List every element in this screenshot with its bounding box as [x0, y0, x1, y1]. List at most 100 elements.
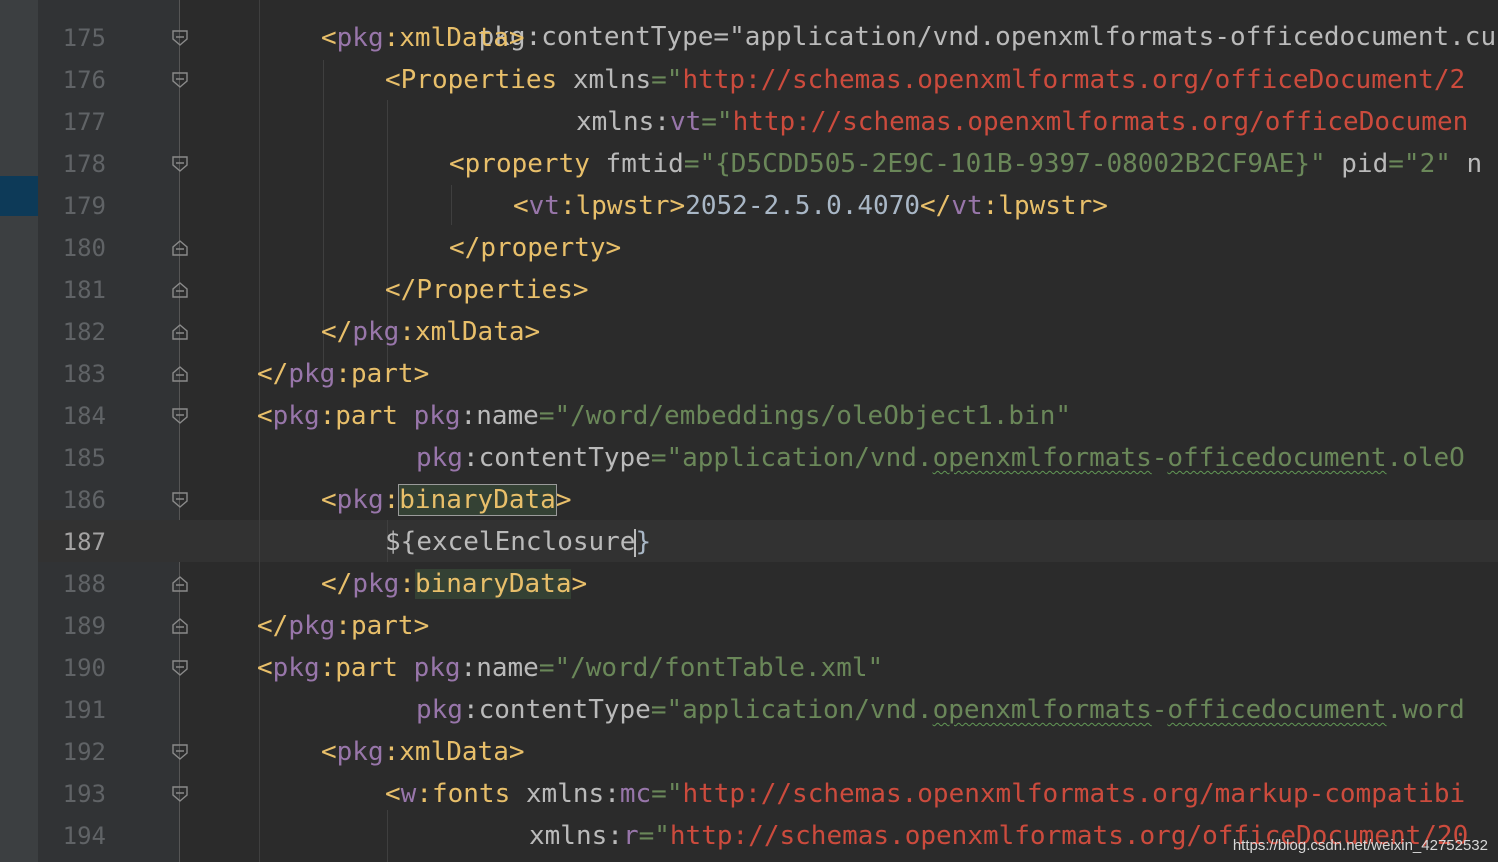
code-token: >	[524, 317, 541, 347]
line-number[interactable]: 175	[40, 17, 106, 59]
fold-end-icon[interactable]	[171, 617, 189, 635]
code-line[interactable]: pkg:contentType="application/vnd.openxml…	[416, 437, 1465, 479]
line-number[interactable]: 181	[40, 269, 106, 311]
code-token: :	[383, 23, 400, 53]
code-line[interactable]: <pkg:part pkg:name="/word/embeddings/ole…	[257, 395, 1071, 437]
code-token: xmlData	[414, 317, 525, 347]
code-token: :	[335, 611, 351, 641]
line-number[interactable]: 193	[40, 773, 106, 815]
line-number[interactable]: 186	[40, 479, 106, 521]
line-number[interactable]: 182	[40, 311, 106, 353]
code-token: contentType	[478, 443, 651, 473]
code-token: xmlns	[576, 107, 655, 137]
code-token: part	[335, 401, 398, 431]
fold-open-icon[interactable]	[171, 659, 189, 677]
code-token: pkg	[416, 695, 463, 725]
code-token: n	[1466, 149, 1483, 179]
code-line[interactable]: <pkg:binaryData>	[321, 479, 571, 521]
line-number[interactable]: 187	[40, 521, 106, 563]
line-number[interactable]: 178	[40, 143, 106, 185]
line-number[interactable]: 177	[40, 101, 106, 143]
code-token: http://schemas.openxmlformats.org/office…	[732, 107, 1469, 137]
code-token: application/vnd.	[682, 443, 933, 473]
line-number[interactable]: 176	[40, 59, 106, 101]
line-number[interactable]: 185	[40, 437, 106, 479]
code-token: =	[538, 401, 555, 431]
code-token: </	[449, 233, 481, 263]
code-token: "	[654, 821, 670, 851]
code-token: name	[476, 653, 539, 683]
code-token: =	[701, 107, 717, 137]
code-token: >	[669, 191, 686, 221]
line-number[interactable]: 194	[40, 815, 106, 857]
code-line[interactable]: <pkg:part pkg:name="/word/fontTable.xml"	[257, 647, 883, 689]
code-token: <	[449, 149, 465, 179]
fold-end-icon[interactable]	[171, 575, 189, 593]
code-line[interactable]: <pkg:xmlData>	[321, 731, 525, 773]
fold-end-icon[interactable]	[171, 239, 189, 257]
fold-open-icon[interactable]	[171, 71, 189, 89]
line-number[interactable]: 180	[40, 227, 106, 269]
code-token: pkg	[352, 317, 400, 347]
code-token: >	[413, 611, 430, 641]
code-line[interactable]: <property fmtid="{D5CDD505-2E9C-101B-939…	[449, 143, 1482, 185]
line-number[interactable]: 183	[40, 353, 106, 395]
code-token: xmlns	[572, 65, 652, 95]
fold-end-icon[interactable]	[171, 323, 189, 341]
code-line[interactable]: </property>	[449, 227, 621, 269]
line-number[interactable]: 190	[40, 647, 106, 689]
left-tool-strip	[0, 0, 38, 862]
line-number[interactable]: 192	[40, 731, 106, 773]
code-line[interactable]: <pkg:xmlData>	[321, 17, 525, 59]
code-line[interactable]: </Properties>	[385, 269, 589, 311]
code-token: xmlns	[529, 821, 608, 851]
code-line[interactable]: pkg:contentType="application/vnd.openxml…	[416, 689, 1465, 731]
fold-open-icon[interactable]	[171, 155, 189, 173]
code-line[interactable]: <vt:lpwstr>2052-2.5.0.4070</vt:lpwstr>	[513, 185, 1108, 227]
code-line[interactable]: </pkg:part>	[257, 605, 429, 647]
fold-open-icon[interactable]	[171, 743, 189, 761]
code-line[interactable]: </pkg:part>	[257, 353, 429, 395]
code-token: w	[400, 779, 417, 809]
code-token: pkg	[336, 737, 384, 767]
code-line[interactable]: </pkg:xmlData>	[321, 311, 540, 353]
code-line[interactable]: <w:fonts xmlns:mc="http://schemas.openxm…	[385, 773, 1465, 815]
code-token: "	[716, 107, 733, 137]
code-token: /word/fontTable.xml	[570, 653, 868, 683]
fold-open-icon[interactable]	[171, 785, 189, 803]
code-token: 2052-2.5.0.4070	[685, 191, 921, 221]
code-line[interactable]: </pkg:binaryData>	[321, 563, 587, 605]
code-token: Properties	[400, 65, 558, 95]
fold-open-icon[interactable]	[171, 491, 189, 509]
code-token: binaryData	[414, 569, 572, 599]
line-number[interactable]: 189	[40, 605, 106, 647]
code-line[interactable]: xmlns:vt="http://schemas.openxmlformats.…	[576, 101, 1468, 143]
code-line[interactable]: ${excelEnclosure}	[385, 521, 651, 563]
code-token: "	[1309, 149, 1326, 179]
code-token: :	[319, 401, 336, 431]
line-number[interactable]: 179	[40, 185, 106, 227]
fold-end-icon[interactable]	[171, 281, 189, 299]
code-token: :	[607, 821, 623, 851]
indent-guide	[259, 690, 260, 862]
code-token: :	[399, 569, 415, 599]
code-token: officedocument	[1167, 695, 1387, 725]
line-number[interactable]: 188	[40, 563, 106, 605]
bookmark-marker[interactable]	[0, 176, 38, 216]
code-token: "	[666, 779, 683, 809]
fold-open-icon[interactable]	[171, 29, 189, 47]
code-token: =	[651, 779, 667, 809]
fold-open-icon[interactable]	[171, 407, 189, 425]
code-token: http://schemas.openxmlformats.org/office…	[682, 65, 1466, 95]
code-token: =	[638, 821, 655, 851]
code-line-partial[interactable]: pkg:contentType="application/vnd.openxml…	[416, 0, 1498, 52]
fold-end-icon[interactable]	[171, 365, 189, 383]
code-token: http://schemas.openxmlformats.org/markup…	[682, 779, 1466, 809]
code-line[interactable]: <Properties xmlns="http://schemas.openxm…	[385, 59, 1465, 101]
indent-guide	[387, 810, 388, 862]
code-token: fmtid	[605, 149, 684, 179]
line-number[interactable]: 184	[40, 395, 106, 437]
line-number[interactable]: 191	[40, 689, 106, 731]
